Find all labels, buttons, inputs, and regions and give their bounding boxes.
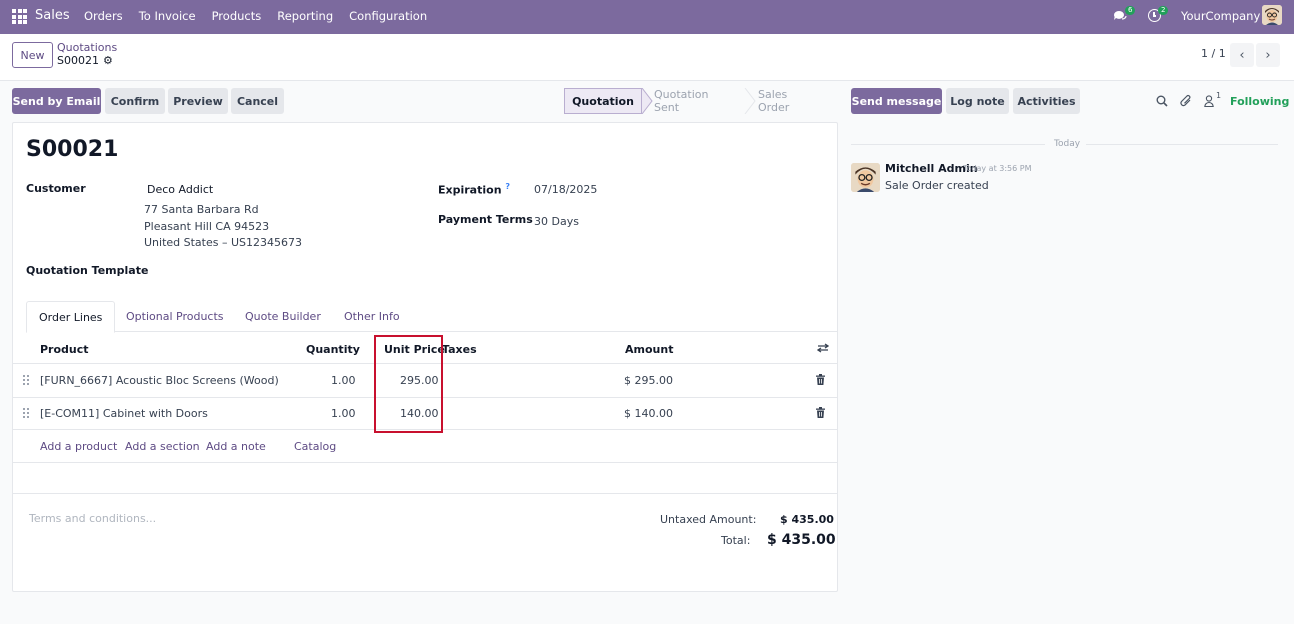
untaxed-amount-label: Untaxed Amount:	[660, 513, 757, 526]
status-quotation[interactable]: Quotation	[564, 88, 642, 114]
column-amount[interactable]: Amount	[625, 343, 673, 356]
pager-previous-button[interactable]: ‹	[1230, 43, 1254, 67]
add-note-link[interactable]: Add a note	[206, 440, 266, 453]
column-taxes[interactable]: Taxes	[442, 343, 477, 356]
chevron-right-icon: ›	[1265, 47, 1271, 63]
menu-orders[interactable]: Orders	[84, 9, 123, 23]
address-line-2: Pleasant Hill CA 94523	[144, 220, 270, 233]
total-value: $ 435.00	[767, 532, 836, 548]
date-separator-line	[851, 144, 1045, 145]
send-by-email-button[interactable]: Send by Email	[12, 88, 101, 114]
row-1-quantity[interactable]: 1.00	[331, 374, 356, 387]
drag-handle-icon[interactable]	[23, 375, 29, 385]
app-name[interactable]: Sales	[35, 8, 70, 23]
breadcrumb-quotations[interactable]: Quotations	[57, 41, 117, 54]
total-label: Total:	[721, 534, 751, 547]
status-arrows	[641, 88, 756, 114]
author-avatar-icon	[851, 163, 880, 192]
menu-reporting[interactable]: Reporting	[277, 9, 333, 23]
pager-next-button[interactable]: ›	[1256, 43, 1280, 67]
menu-configuration[interactable]: Configuration	[349, 9, 427, 23]
message-author-avatar[interactable]	[851, 163, 880, 192]
row-1-product[interactable]: [FURN_6667] Acoustic Bloc Screens (Wood)	[40, 374, 279, 387]
cancel-button[interactable]: Cancel	[231, 88, 284, 114]
date-separator: Today	[1054, 139, 1081, 149]
activities-badge: 2	[1158, 6, 1169, 15]
help-icon[interactable]: ?	[505, 182, 510, 191]
terms-and-conditions-input[interactable]: Terms and conditions...	[29, 512, 156, 525]
totals-divider	[647, 493, 837, 494]
followers-icon[interactable]	[1204, 95, 1214, 107]
confirm-button[interactable]: Confirm	[105, 88, 165, 114]
column-product[interactable]: Product	[40, 343, 89, 356]
chevron-left-icon: ‹	[1239, 47, 1245, 63]
log-note-button[interactable]: Log note	[946, 88, 1009, 114]
payment-terms-field[interactable]: 30 Days	[534, 215, 579, 228]
control-panel: New Quotations S00021 ⚙ 1 / 1 ‹ ›	[0, 34, 1294, 81]
message-time: Today at 3:56 PM	[963, 164, 1032, 173]
date-separator-line	[1086, 144, 1278, 145]
top-navbar: Sales Orders To Invoice Products Reporti…	[0, 0, 1294, 34]
tab-other-info[interactable]: Other Info	[344, 301, 400, 332]
customer-label: Customer	[26, 182, 86, 195]
column-quantity[interactable]: Quantity	[306, 343, 360, 356]
activities-button[interactable]: Activities	[1013, 88, 1080, 114]
main-menu: Orders To Invoice Products Reporting Con…	[84, 9, 427, 23]
menu-to-invoice[interactable]: To Invoice	[139, 9, 196, 23]
tab-order-lines[interactable]: Order Lines	[26, 301, 116, 333]
expiration-label: Expiration ?	[438, 182, 510, 197]
breadcrumb-current-label: S00021	[57, 54, 99, 67]
trash-icon[interactable]	[816, 407, 825, 418]
expiration-field[interactable]: 07/18/2025	[534, 183, 597, 196]
row-2-amount: $ 140.00	[624, 407, 673, 420]
paperclip-icon[interactable]	[1180, 94, 1193, 108]
row-2-quantity[interactable]: 1.00	[331, 407, 356, 420]
messages-badge: 6	[1125, 6, 1136, 15]
gear-icon[interactable]: ⚙	[103, 54, 113, 67]
payment-terms-label: Payment Terms	[438, 213, 533, 226]
send-message-button[interactable]: Send message	[851, 88, 942, 114]
tab-optional-products[interactable]: Optional Products	[126, 301, 224, 332]
following-button[interactable]: Following	[1230, 95, 1289, 108]
breadcrumb-current: S00021 ⚙	[57, 54, 113, 67]
row-1-amount: $ 295.00	[624, 374, 673, 387]
pager-value[interactable]: 1 / 1	[1201, 47, 1226, 60]
user-avatar-icon	[1262, 5, 1282, 25]
column-settings-icon[interactable]	[817, 342, 829, 354]
row-divider	[13, 462, 837, 463]
add-product-link[interactable]: Add a product	[40, 440, 117, 453]
new-button[interactable]: New	[12, 42, 53, 68]
menu-products[interactable]: Products	[212, 9, 262, 23]
address-line-1: 77 Santa Barbara Rd	[144, 203, 259, 216]
untaxed-amount-value: $ 435.00	[780, 513, 834, 526]
search-icon[interactable]	[1156, 95, 1168, 107]
message-body: Sale Order created	[885, 179, 989, 192]
followers-count: 1	[1216, 91, 1222, 100]
preview-button[interactable]: Preview	[168, 88, 228, 114]
drag-handle-icon[interactable]	[23, 408, 29, 418]
apps-menu-icon[interactable]	[12, 9, 27, 24]
tab-quote-builder[interactable]: Quote Builder	[245, 301, 321, 332]
catalog-link[interactable]: Catalog	[294, 440, 336, 453]
expiration-label-text: Expiration	[438, 183, 502, 197]
address-line-3: United States – US12345673	[144, 236, 303, 249]
unit-price-highlight	[374, 335, 443, 433]
quotation-template-label: Quotation Template	[26, 264, 149, 277]
customer-field[interactable]: Deco Addict	[147, 183, 213, 196]
row-2-product[interactable]: [E-COM11] Cabinet with Doors	[40, 407, 208, 420]
add-section-link[interactable]: Add a section	[125, 440, 200, 453]
company-switcher[interactable]: YourCompany	[1181, 9, 1260, 23]
user-avatar[interactable]	[1262, 5, 1282, 25]
notebook-tabs: Order Lines Optional Products Quote Buil…	[26, 301, 838, 333]
order-name: S00021	[26, 137, 119, 162]
trash-icon[interactable]	[816, 374, 825, 385]
